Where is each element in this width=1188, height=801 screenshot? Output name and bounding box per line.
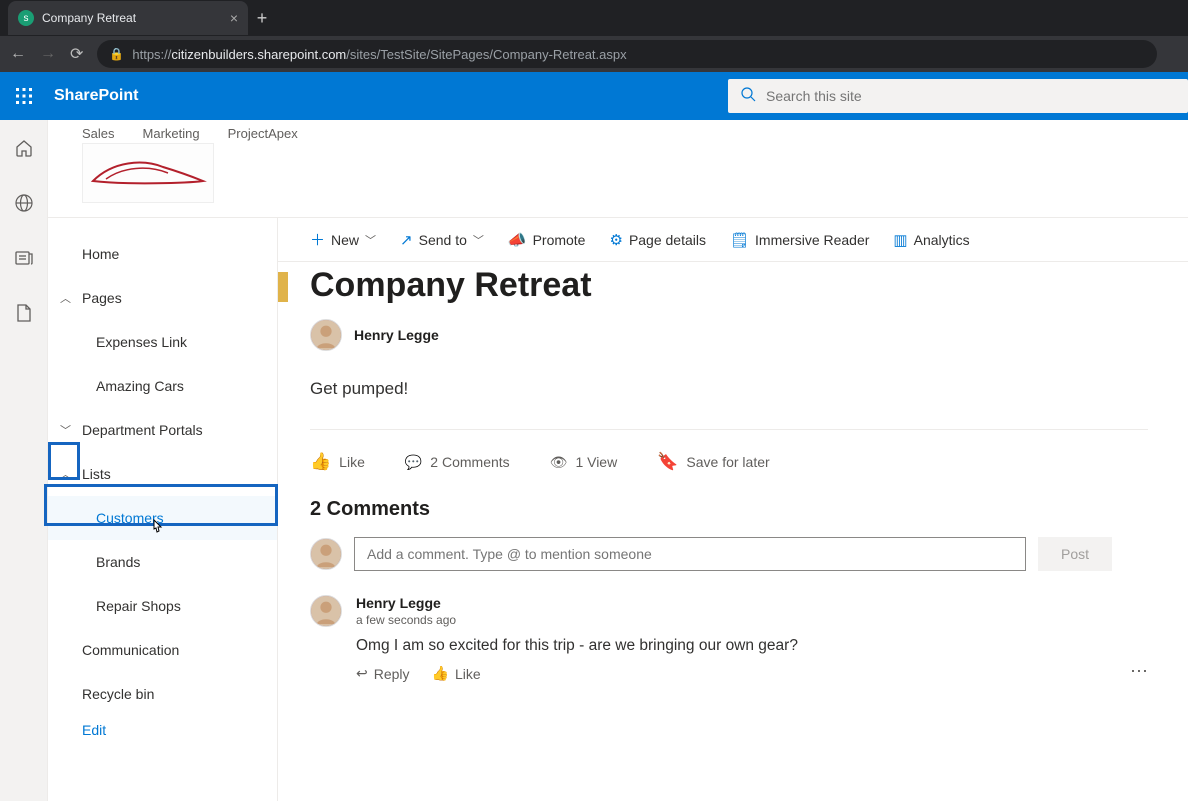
nav-brands[interactable]: Brands (48, 540, 277, 584)
command-bar: ＋New﹀ ↗Send to﹀ 📣Promote ⚙Page details 🗒… (278, 218, 1188, 262)
bookmark-icon: 🔖 (657, 452, 678, 472)
cmd-analytics[interactable]: ▥Analytics (893, 231, 969, 249)
comment-compose: Post (310, 537, 1148, 571)
cmd-immersive-reader[interactable]: 🗒Immersive Reader (730, 231, 869, 249)
highlight-lists-chevron (48, 442, 80, 480)
nav-communication[interactable]: Communication (48, 628, 277, 672)
new-tab-button[interactable]: + (248, 8, 276, 29)
news-icon[interactable] (14, 248, 34, 273)
divider (310, 429, 1148, 430)
nav-department-portals[interactable]: ﹀Department Portals (48, 408, 277, 452)
megaphone-icon: 📣 (508, 231, 527, 249)
comment-like-button[interactable]: 👍Like (432, 665, 481, 682)
toolbar-row: ← → ⟳ 🔒 https://citizenbuilders.sharepoi… (0, 36, 1188, 72)
comments-heading: 2 Comments (310, 498, 1148, 521)
nav-home[interactable]: Home (48, 232, 277, 276)
engagement-bar: 👍Like 💬2 Comments 👁1 View 🔖Save for late… (310, 446, 1148, 478)
close-tab-icon[interactable]: × (230, 10, 238, 26)
reply-icon: ↩ (356, 665, 368, 682)
forward-icon[interactable]: → (40, 45, 56, 63)
left-navigation: Home ︿Pages Expenses Link Amazing Cars ﹀… (48, 218, 278, 801)
hub-link-projectapex[interactable]: ProjectApex (228, 126, 298, 141)
author-row: Henry Legge (310, 319, 1148, 351)
suite-header: SharePoint (0, 72, 1188, 120)
like-button[interactable]: 👍Like (310, 452, 365, 472)
chevron-down-icon: ﹀ (473, 232, 484, 248)
nav-edit-link[interactable]: Edit (48, 722, 277, 738)
site-logo[interactable] (82, 143, 214, 203)
search-box[interactable] (728, 79, 1188, 113)
reader-icon: 🗒 (730, 231, 749, 249)
post-button[interactable]: Post (1038, 537, 1112, 571)
eye-icon: 👁 (550, 454, 568, 471)
gear-icon: ⚙ (609, 231, 622, 249)
highlight-customers (44, 484, 278, 526)
comment-avatar[interactable] (310, 595, 342, 627)
cmd-promote[interactable]: 📣Promote (508, 231, 586, 249)
reload-icon[interactable]: ⟳ (70, 44, 83, 64)
cmd-page-details[interactable]: ⚙Page details (609, 231, 706, 249)
app-rail (0, 120, 48, 801)
address-bar[interactable]: 🔒 https://citizenbuilders.sharepoint.com… (97, 40, 1157, 68)
cmd-new[interactable]: ＋New﹀ (310, 229, 376, 250)
analytics-icon: ▥ (893, 231, 907, 249)
nav-repair-shops[interactable]: Repair Shops (48, 584, 277, 628)
comment-author[interactable]: Henry Legge (356, 595, 1116, 611)
comments-count[interactable]: 💬2 Comments (405, 454, 510, 471)
nav-pages[interactable]: ︿Pages (48, 276, 277, 320)
page-area: ＋New﹀ ↗Send to﹀ 📣Promote ⚙Page details 🗒… (278, 218, 1188, 801)
share-icon: ↗ (400, 231, 413, 249)
hub-link-marketing[interactable]: Marketing (143, 126, 200, 141)
browser-chrome: s Company Retreat × + ← → ⟳ 🔒 https://ci… (0, 0, 1188, 72)
title-accent (278, 272, 288, 302)
url-host: citizenbuilders.sharepoint.com (171, 47, 346, 62)
home-icon[interactable] (14, 138, 34, 163)
current-user-avatar (310, 538, 342, 570)
author-name[interactable]: Henry Legge (354, 327, 439, 343)
url-path: /sites/TestSite/SitePages/Company-Retrea… (346, 47, 626, 62)
comment-reply-button[interactable]: ↩Reply (356, 665, 410, 682)
app-launcher-icon[interactable] (0, 72, 48, 120)
save-for-later[interactable]: 🔖Save for later (657, 452, 769, 472)
comment-more-icon[interactable]: ⋯ (1130, 661, 1148, 682)
tab-strip: s Company Retreat × + (0, 0, 1188, 36)
comment-input[interactable] (354, 537, 1026, 571)
hub-link-sales[interactable]: Sales (82, 126, 115, 141)
browser-tab[interactable]: s Company Retreat × (8, 1, 248, 35)
search-input[interactable] (766, 88, 1176, 104)
comment-text: Omg I am so excited for this trip - are … (356, 637, 1116, 655)
back-icon[interactable]: ← (10, 45, 26, 63)
author-avatar[interactable] (310, 319, 342, 351)
thumbs-up-icon: 👍 (310, 452, 331, 472)
search-icon (740, 86, 756, 107)
chevron-down-icon[interactable]: ﹀ (60, 422, 71, 438)
comment-time: a few seconds ago (356, 613, 1116, 627)
nav-recycle-bin[interactable]: Recycle bin (48, 672, 277, 716)
lock-icon: 🔒 (109, 47, 124, 61)
tab-title: Company Retreat (42, 11, 136, 25)
thumbs-up-icon: 👍 (432, 665, 449, 682)
page-body-text: Get pumped! (310, 379, 1148, 399)
sharepoint-favicon-icon: s (18, 10, 34, 26)
url-prefix: https:// (132, 47, 171, 62)
chevron-up-icon[interactable]: ︿ (60, 290, 71, 306)
nav-expenses-link[interactable]: Expenses Link (48, 320, 277, 364)
globe-icon[interactable] (14, 193, 34, 218)
hub-nav: Sales Marketing ProjectApex (82, 126, 1188, 141)
files-icon[interactable] (15, 303, 33, 328)
comment-item: Henry Legge a few seconds ago Omg I am s… (310, 595, 1148, 682)
nav-amazing-cars[interactable]: Amazing Cars (48, 364, 277, 408)
comment-icon: 💬 (405, 454, 422, 471)
chevron-down-icon: ﹀ (365, 232, 376, 248)
page-title: Company Retreat (310, 266, 1148, 305)
hub-header: Sales Marketing ProjectApex (48, 120, 1188, 218)
suite-title[interactable]: SharePoint (54, 87, 138, 105)
views-count: 👁1 View (550, 454, 618, 471)
cmd-send-to[interactable]: ↗Send to﹀ (400, 231, 484, 249)
plus-icon: ＋ (310, 229, 325, 250)
